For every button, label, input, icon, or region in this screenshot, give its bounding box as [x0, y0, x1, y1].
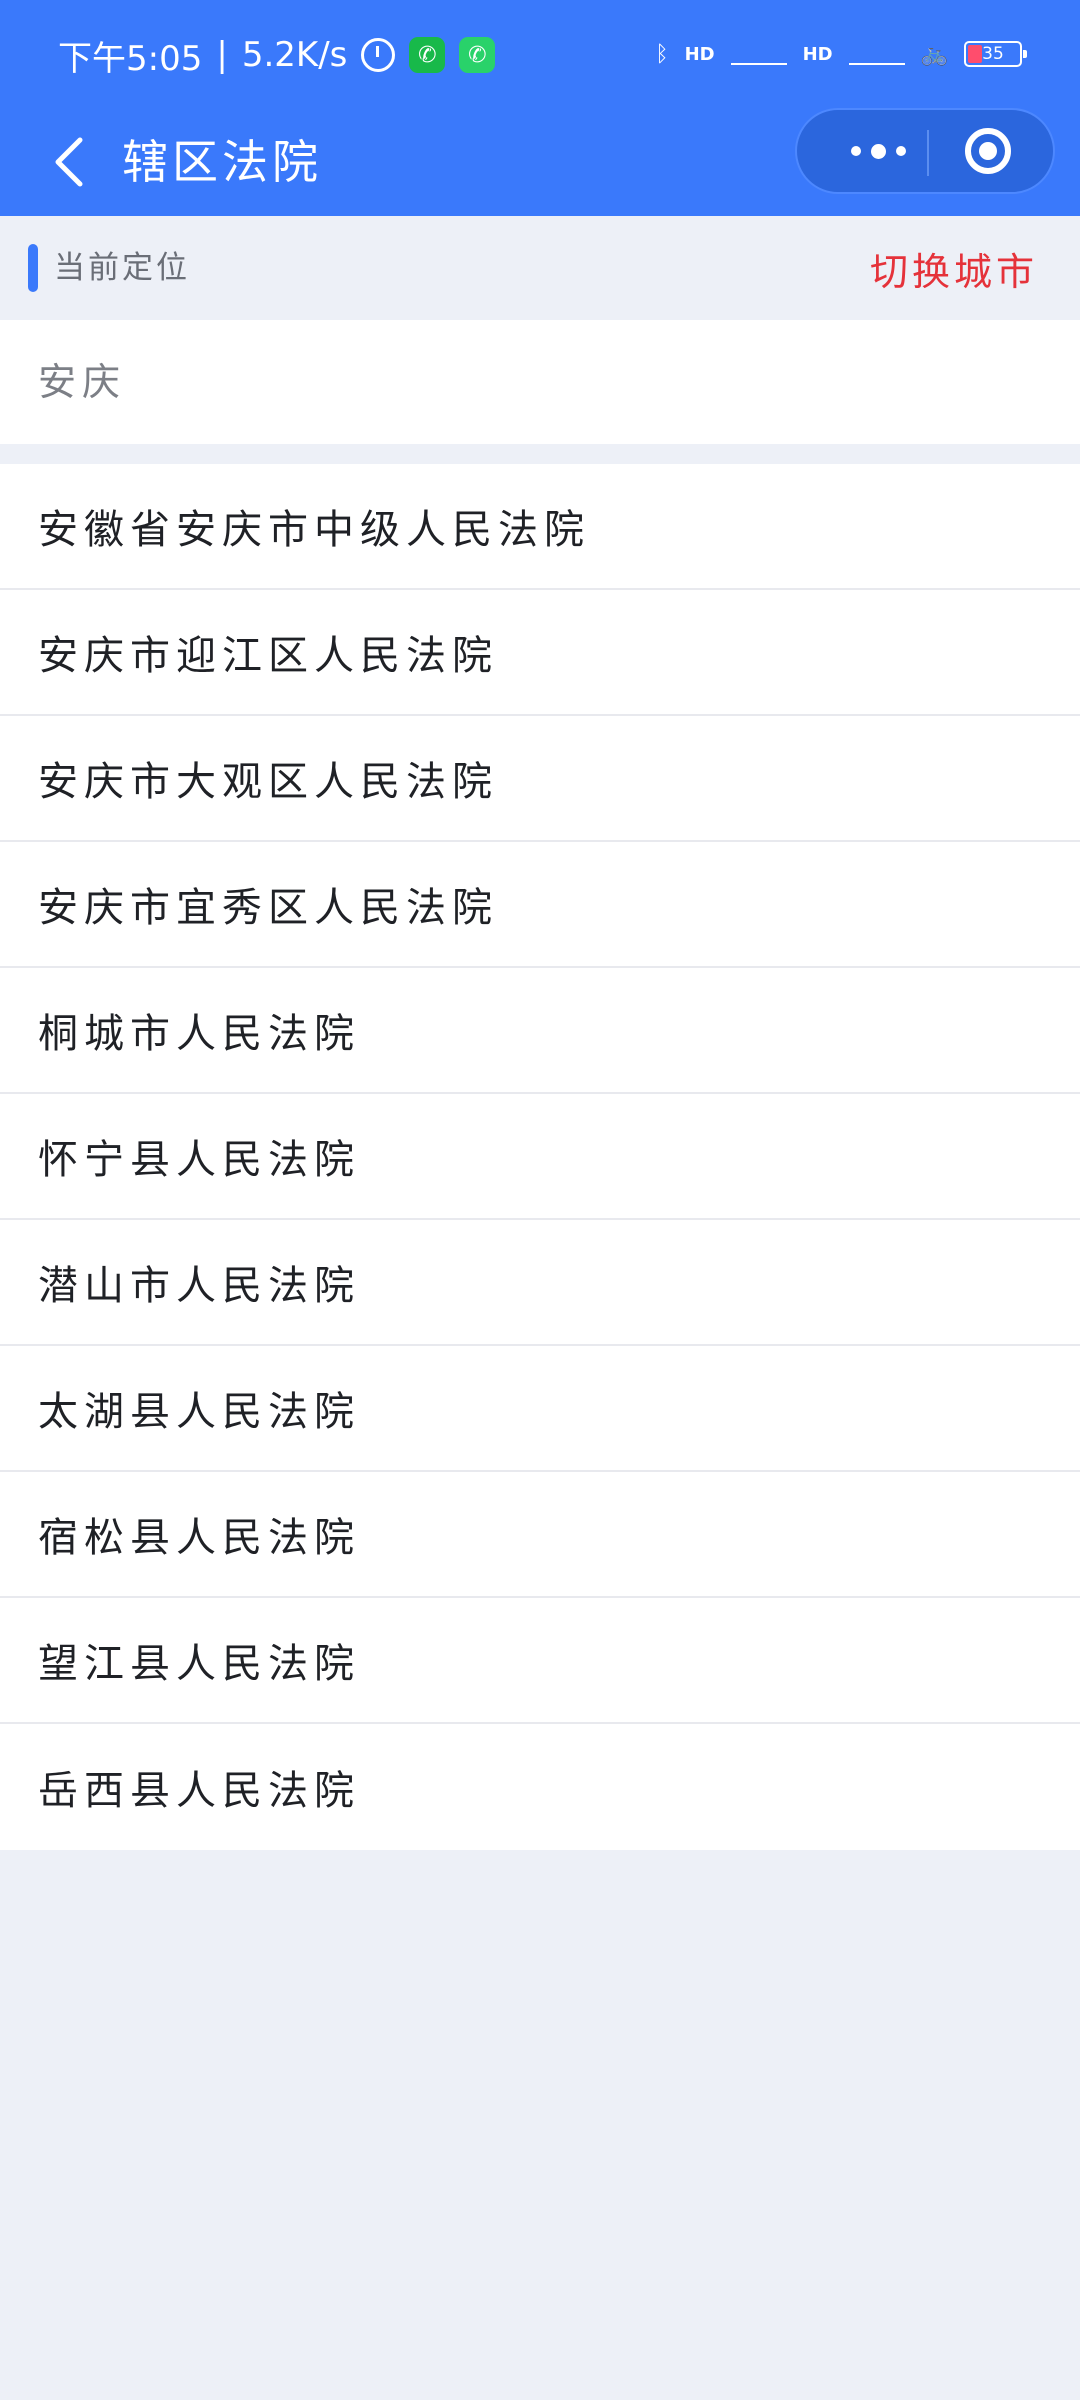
list-item[interactable]: 安庆市宜秀区人民法院 — [0, 842, 1080, 968]
nav-bar: 辖区法院 — [0, 108, 1080, 216]
list-item[interactable]: 桐城市人民法院 — [0, 968, 1080, 1094]
battery-level: 35 — [982, 44, 1004, 64]
section-accent-bar — [28, 244, 38, 292]
hd-signal-1: HD — [684, 43, 715, 65]
battery-icon: 35 — [964, 41, 1027, 67]
top-bar: 下午5:05 | 5.2K/s ✆ ✆ ᛒ HD HD 🚲 35 辖区法院 — [0, 0, 1080, 216]
list-item[interactable]: 潜山市人民法院 — [0, 1220, 1080, 1346]
status-left: 下午5:05 | 5.2K/s ✆ ✆ — [58, 32, 496, 79]
phone-call-icon: ✆ — [459, 37, 496, 73]
court-list: 安徽省安庆市中级人民法院 安庆市迎江区人民法院 安庆市大观区人民法院 安庆市宜秀… — [0, 464, 1080, 1850]
list-item[interactable]: 岳西县人民法院 — [0, 1724, 1080, 1850]
alarm-icon — [361, 38, 396, 72]
current-city-row[interactable]: 安庆 — [0, 320, 1080, 444]
list-item[interactable]: 望江县人民法院 — [0, 1598, 1080, 1724]
status-bar: 下午5:05 | 5.2K/s ✆ ✆ ᛒ HD HD 🚲 35 — [0, 0, 1080, 108]
hd-signal-2: HD — [802, 43, 833, 65]
signal-wave-icon — [848, 43, 905, 65]
current-city-name: 安庆 — [38, 360, 127, 404]
list-item[interactable]: 安庆市迎江区人民法院 — [0, 590, 1080, 716]
switch-city-button[interactable]: 切换城市 — [870, 244, 1038, 300]
status-time: 下午5:05 — [58, 38, 203, 79]
list-item[interactable]: 宿松县人民法院 — [0, 1472, 1080, 1598]
more-dots-icon — [895, 146, 906, 156]
phone-app-icon: ✆ — [409, 37, 446, 73]
capsule-divider — [927, 130, 929, 176]
location-section-header: 当前定位 切换城市 — [0, 216, 1080, 320]
signal-wave-icon — [730, 43, 787, 65]
battery-fill — [968, 45, 982, 63]
bluetooth-icon: ᛒ — [655, 41, 669, 67]
mini-program-capsule — [795, 108, 1055, 194]
status-right: ᛒ HD HD 🚲 35 — [655, 34, 1027, 74]
close-mini-program-button[interactable] — [965, 128, 1011, 174]
more-dots-icon — [850, 146, 861, 156]
list-item[interactable]: 怀宁县人民法院 — [0, 1094, 1080, 1220]
bike-icon: 🚲 — [920, 41, 948, 67]
chevron-left-icon — [55, 137, 83, 187]
page-title: 辖区法院 — [122, 135, 322, 189]
list-item[interactable]: 太湖县人民法院 — [0, 1346, 1080, 1472]
back-button[interactable] — [36, 130, 100, 194]
current-location-label: 当前定位 — [54, 250, 190, 286]
net-speed: 5.2K/s — [241, 35, 348, 75]
more-button[interactable] — [833, 110, 923, 192]
status-separator: | — [216, 35, 228, 75]
list-item[interactable]: 安庆市大观区人民法院 — [0, 716, 1080, 842]
more-dots-icon — [870, 143, 886, 159]
list-item[interactable]: 安徽省安庆市中级人民法院 — [0, 464, 1080, 590]
target-circle-icon — [979, 142, 997, 160]
